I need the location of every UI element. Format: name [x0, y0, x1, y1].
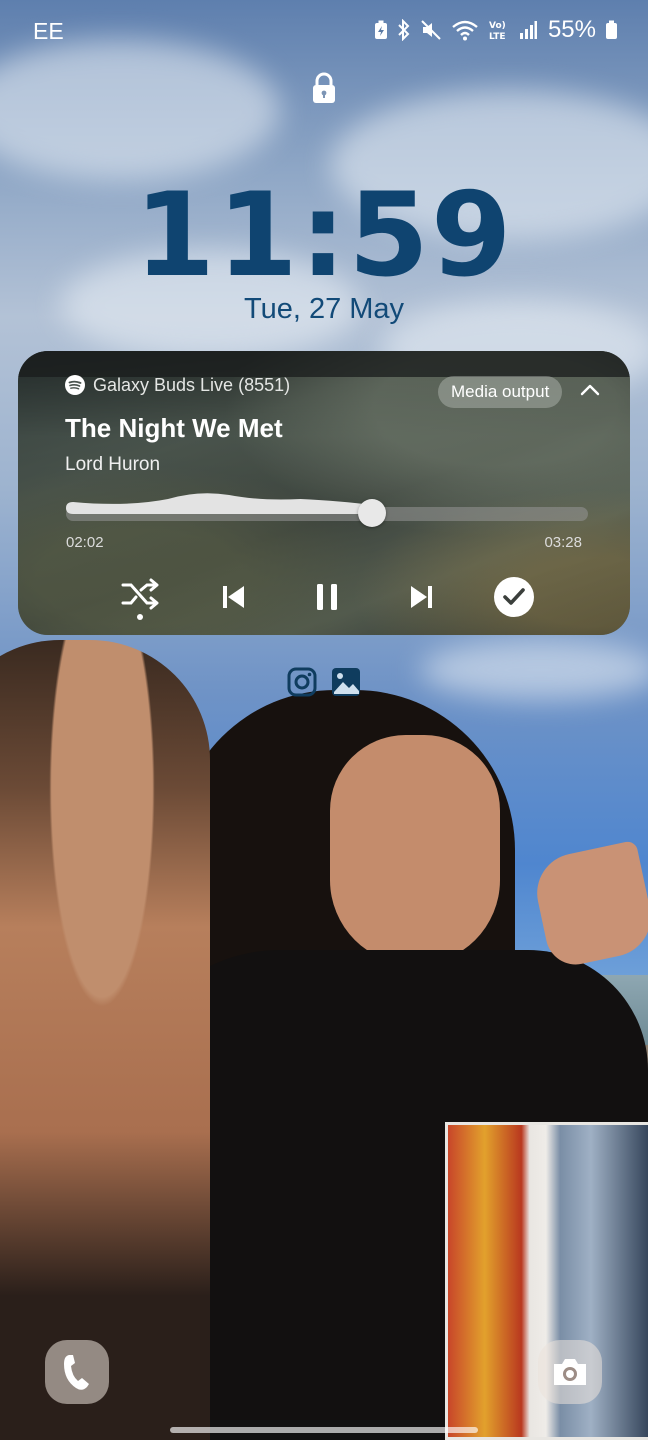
- pause-icon: [317, 584, 337, 610]
- signal-icon: [519, 21, 537, 39]
- battery-icon: [606, 20, 617, 39]
- status-bar: EE Vo) LTE 55%: [0, 0, 648, 60]
- media-card-top-shade: [18, 351, 630, 377]
- svg-text:Vo): Vo): [489, 21, 506, 31]
- pause-button[interactable]: [303, 573, 351, 621]
- phone-icon: [64, 1355, 89, 1390]
- camera-shortcut-button[interactable]: [538, 1340, 602, 1404]
- carrier-label: EE: [33, 18, 64, 44]
- phone-shortcut-button[interactable]: [45, 1340, 109, 1404]
- track-title: The Night We Met: [65, 413, 283, 443]
- saved-to-library-button[interactable]: [490, 573, 538, 621]
- shuffle-button[interactable]: [117, 573, 165, 621]
- clock-date: Tue, 27 May: [243, 293, 405, 325]
- instagram-icon[interactable]: [287, 667, 317, 697]
- wallpaper-person-face: [330, 735, 500, 965]
- volte-icon: Vo) LTE: [489, 21, 506, 42]
- chevron-up-icon[interactable]: [579, 381, 601, 397]
- clock-time[interactable]: 11:59: [0, 168, 648, 303]
- mute-icon: [421, 20, 441, 40]
- wifi-icon: [452, 20, 478, 41]
- lock-icon[interactable]: [309, 72, 339, 104]
- next-icon: [411, 586, 432, 608]
- camera-icon: [554, 1359, 586, 1385]
- svg-text:LTE: LTE: [489, 32, 506, 42]
- progress-thumb[interactable]: [358, 499, 386, 527]
- battery-percent: 55%: [547, 16, 596, 43]
- spotify-icon: [65, 375, 85, 395]
- progress-fill: [66, 493, 372, 514]
- elapsed-time: 02:02: [66, 534, 104, 551]
- media-player-card[interactable]: Galaxy Buds Live (8551) Media output The…: [18, 351, 630, 635]
- wallpaper-person-left: [0, 640, 210, 1440]
- status-icons: Vo) LTE 55%: [374, 16, 618, 44]
- wallpaper-cloud: [420, 640, 648, 700]
- output-device-name: Galaxy Buds Live (8551): [93, 375, 291, 395]
- home-indicator[interactable]: [170, 1427, 478, 1433]
- saved-check-icon: [494, 577, 534, 617]
- previous-button[interactable]: [210, 573, 258, 621]
- track-artist: Lord Huron: [65, 454, 161, 475]
- bluetooth-icon: [398, 19, 410, 41]
- gallery-icon[interactable]: [331, 667, 361, 697]
- next-button[interactable]: [397, 573, 445, 621]
- playback-controls: [18, 573, 630, 621]
- shuffle-icon: [121, 578, 159, 620]
- total-time: 03:28: [544, 534, 582, 551]
- battery-saver-icon: [374, 20, 387, 39]
- previous-icon: [223, 586, 244, 608]
- media-output-button[interactable]: Media output: [438, 376, 563, 408]
